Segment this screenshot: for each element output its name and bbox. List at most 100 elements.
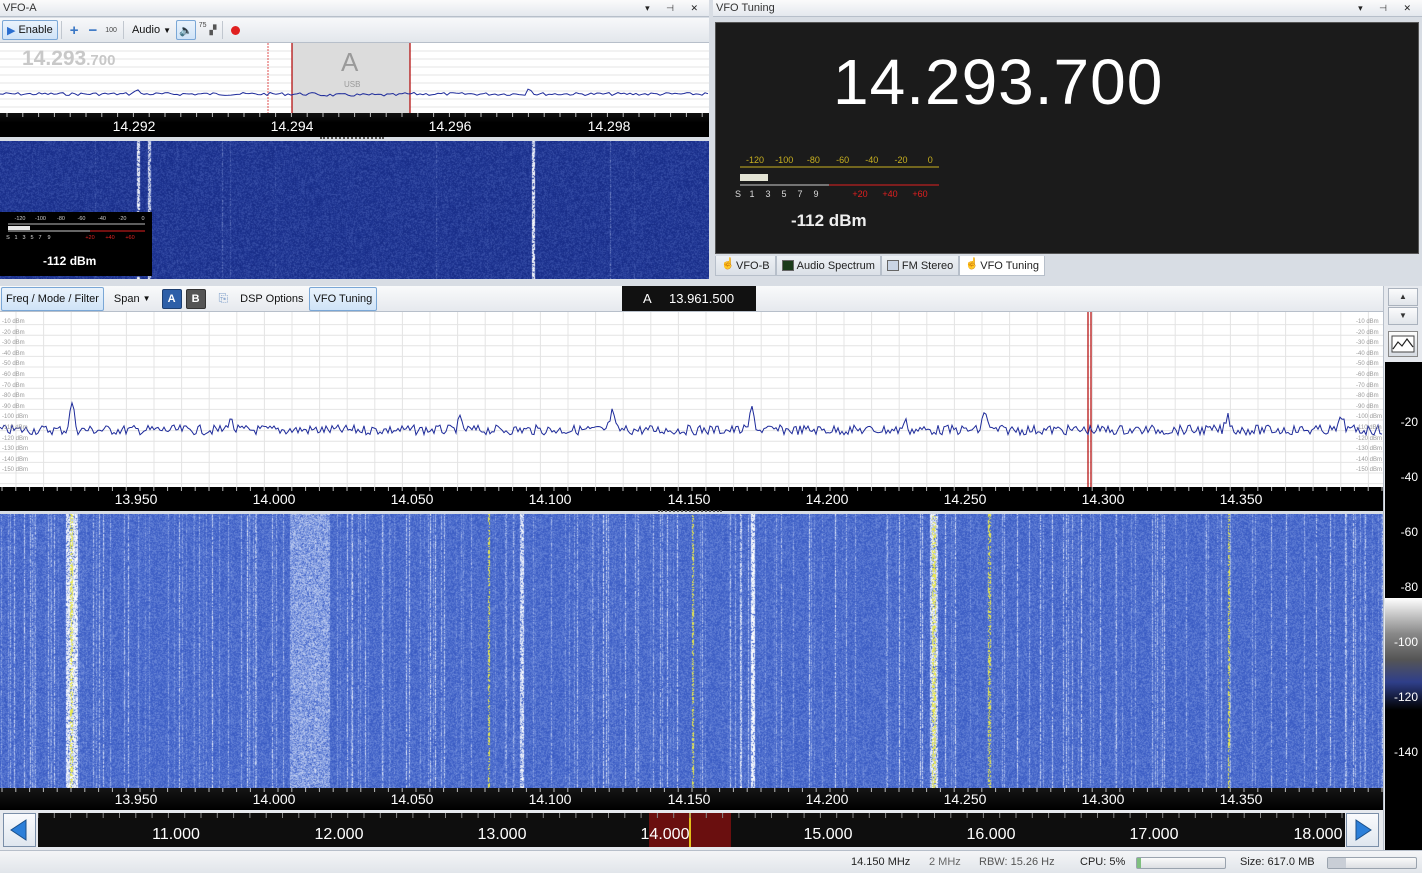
smeter-scale-label: 7 [38, 235, 41, 241]
arrow-left-icon [10, 819, 27, 841]
freq-mode-filter-button[interactable]: Freq / Mode / Filter [1, 286, 104, 311]
scroll-down-button[interactable]: ▼ [1388, 307, 1418, 325]
separator [222, 21, 224, 39]
chevron-down-icon: ▼ [163, 25, 172, 35]
vfo-a-waterfall[interactable]: -120 -100 -80 -60 -40 -20 0 S 1 3 5 7 9 +20 +40 +60 -1… [0, 141, 709, 279]
smeter-scale-label: 5 [30, 235, 33, 241]
squelch-value: 75 [198, 22, 207, 29]
vfo-a-letter: A [341, 47, 359, 77]
status-center-freq: 14.150 MHz [851, 856, 911, 868]
dbm-label: -90 dBm [1356, 403, 1379, 410]
vfo-a-frequency-scale[interactable]: 14.292 14.294 14.296 14.298 [0, 113, 709, 137]
band-tick-label: 18.000 [1293, 826, 1343, 843]
level-scale-label: -20 [1400, 415, 1418, 429]
dbm-label: -10 dBm [1356, 319, 1379, 325]
scroll-right-button[interactable] [1346, 813, 1379, 847]
status-size: Size: 617.0 MB [1240, 856, 1315, 868]
dbm-label: -150 dBm [1356, 467, 1383, 474]
plus-icon: + [69, 21, 79, 39]
dbm-label: -70 dBm [1356, 382, 1379, 389]
right-side-panel: ▲ ▼ -20 -40 -60 -80 -100 -120 -140 [1383, 286, 1422, 850]
smeter-scale-label: -40 [98, 216, 106, 222]
tab-audio-spectrum[interactable]: Audio Spectrum [775, 256, 881, 276]
smeter-scale-label: +60 [125, 235, 134, 241]
dbm-label: -130 dBm [1356, 446, 1383, 453]
tab-label: FM Stereo [901, 259, 954, 272]
main-waterfall[interactable] [0, 514, 1383, 788]
dbm-label: -140 dBm [1356, 456, 1383, 463]
level-scale[interactable]: -20 -40 -60 -80 -100 -120 -140 [1385, 362, 1422, 850]
vfo-tuning-frequency[interactable]: 14.293.700 [833, 45, 1163, 119]
band-tick-label: 12.000 [314, 826, 364, 843]
tab-fm-stereo[interactable]: FM Stereo [880, 256, 960, 276]
smeter-scale-label: -120 [746, 155, 764, 165]
scale-tick-label: 14.298 [587, 118, 631, 134]
panel-window-buttons[interactable]: ▾ ⊣ ✕ [1358, 0, 1418, 17]
main-frequency-scale[interactable]: 13.950 14.000 14.050 14.100 14.150 14.200 14.2… [0, 487, 1383, 511]
dbm-label: -110 dBm [1356, 425, 1382, 431]
tab-vfo-tuning[interactable]: ☝ VFO Tuning [959, 256, 1045, 276]
vfo-a-smeter-overlay: -120 -100 -80 -60 -40 -20 0 S 1 3 5 7 9 +20 +40 +60 -1… [0, 212, 152, 276]
scale-tick-label: 14.296 [428, 118, 472, 134]
scale-tick-label: 14.292 [112, 118, 156, 134]
splitter-grip[interactable] [658, 510, 722, 513]
smeter-scale-label: -80 [807, 155, 820, 165]
main-waterfall-canvas [0, 514, 1383, 788]
squelch-icon: ▞ [209, 24, 217, 35]
smeter-scale-label: 9 [47, 235, 50, 241]
vfo-a-smeter-reading: -112 dBm [43, 254, 97, 268]
dbm-label: -100 dBm [2, 414, 29, 421]
volume-value: 100 [105, 26, 117, 34]
scroll-up-button[interactable]: ▲ [1388, 288, 1418, 306]
smeter-scale-label: +40 [882, 189, 897, 199]
vfo-b-select-button[interactable]: B [185, 288, 206, 309]
chevron-down-icon: ▼ [1399, 311, 1407, 320]
vfo-a-select-button[interactable]: A [161, 288, 182, 309]
waterfall-frequency-scale[interactable]: 13.950 14.000 14.050 14.100 14.150 14.200 14.2… [0, 788, 1383, 810]
dbm-label: -60 dBm [2, 372, 25, 378]
main-spectrum[interactable]: -10 dBm -20 dBm -30 dBm -40 dBm -50 dBm -60 d… [0, 312, 1383, 487]
scale-tick-label: 14.100 [528, 491, 572, 507]
status-rbw: RBW: 15.26 Hz [979, 856, 1055, 868]
panel-window-buttons[interactable]: ▾ ⊣ ✕ [645, 0, 705, 17]
link-icon: ⎘ [218, 291, 229, 305]
dbm-label: -130 dBm [2, 446, 29, 453]
smeter-scale-label: 1 [749, 189, 754, 199]
volume-down-button[interactable]: − [84, 20, 103, 40]
level-scale-label: -140 [1393, 745, 1418, 759]
vfo-a-title: VFO-A [3, 2, 37, 14]
vfo-sync-button[interactable]: ⎘ [214, 289, 234, 309]
dbm-label: -20 dBm [2, 329, 25, 336]
minus-icon: − [88, 21, 98, 39]
band-tick-label: 11.000 [152, 826, 200, 843]
scroll-left-button[interactable] [3, 813, 36, 847]
scale-tick-label: 14.250 [943, 491, 987, 507]
radio-icon [886, 260, 899, 271]
tab-vfo-b[interactable]: ☝ VFO-B [715, 256, 776, 276]
squelch-button[interactable]: ▞ [207, 20, 220, 40]
dsp-options-button[interactable]: DSP Options [235, 289, 308, 309]
record-button[interactable] [226, 20, 245, 40]
volume-up-button[interactable]: + [65, 20, 84, 40]
span-dropdown[interactable]: Span ▼ [109, 289, 156, 309]
vfo-tuning-smeter-reading: -112 dBm [791, 211, 867, 230]
band-tick-label: 13.000 [477, 826, 527, 843]
vfo-tuning-display: 14.293.700 -120 -100 -80 -60 -40 -20 0 S 1 3 5 7 9 +… [715, 22, 1419, 254]
scale-tick-label: 14.300 [1081, 791, 1125, 807]
dbm-label: -80 dBm [1356, 393, 1379, 400]
smeter-scale-label: -100 [775, 155, 793, 165]
memory-progress [1327, 857, 1417, 869]
vfo-tuning-button[interactable]: VFO Tuning [308, 286, 378, 311]
scale-tick-label: 14.050 [390, 791, 434, 807]
smeter-scale-label: +20 [852, 189, 867, 199]
enable-button[interactable]: ▶ Enable [2, 20, 58, 40]
splitter-grip[interactable] [320, 137, 384, 140]
band-overview[interactable]: 11.000 12.000 13.000 14.000 15.000 16.000 17.0… [38, 813, 1345, 847]
audio-dropdown[interactable]: Audio ▼ [127, 20, 176, 40]
spectrum-icon [781, 260, 794, 271]
display-settings-button[interactable] [1388, 331, 1418, 357]
mute-button[interactable]: 🔈 [176, 20, 196, 40]
vfo-a-spectrum[interactable]: 14.293.700 A USB [0, 43, 709, 113]
band-tick-label: 14.000 [640, 826, 690, 843]
scale-tick-label: 14.150 [667, 491, 711, 507]
